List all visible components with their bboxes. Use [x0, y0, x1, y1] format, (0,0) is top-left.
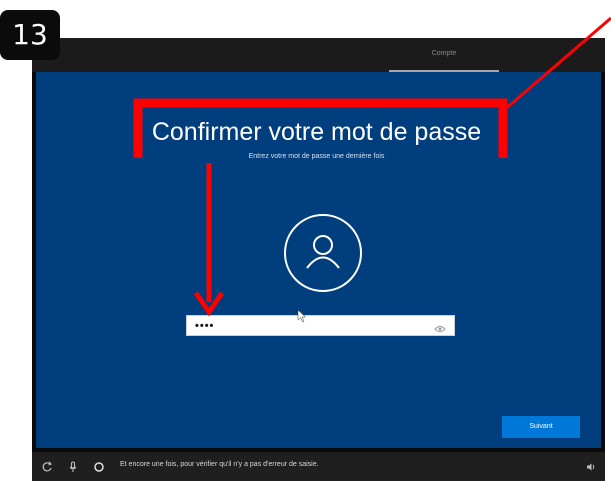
- tab-compte: Compte: [431, 50, 457, 57]
- page-title: Confirmer votre mot de passe: [151, 118, 482, 146]
- cortana-icon[interactable]: [93, 460, 105, 472]
- ease-of-access-icon[interactable]: [41, 460, 53, 472]
- microphone-icon[interactable]: [67, 460, 79, 472]
- top-header-strip: Compte: [32, 38, 605, 72]
- next-button[interactable]: Suivant: [502, 416, 580, 438]
- password-value: ••••: [195, 320, 215, 332]
- page-subtitle: Entrez votre mot de passe une dernière f…: [248, 153, 385, 160]
- step-number-badge: 13: [0, 10, 60, 60]
- password-field[interactable]: ••••: [186, 315, 455, 336]
- eye-icon[interactable]: [434, 321, 446, 332]
- bottom-status-bar: Et encore une fois, pour vérifier qu'il …: [32, 452, 605, 481]
- volume-icon[interactable]: [585, 460, 597, 472]
- setup-screen: Compte Confirmer votre mot de passe Entr…: [32, 38, 605, 481]
- status-message: Et encore une fois, pour vérifier qu'il …: [120, 461, 319, 468]
- user-avatar-icon: [284, 214, 362, 292]
